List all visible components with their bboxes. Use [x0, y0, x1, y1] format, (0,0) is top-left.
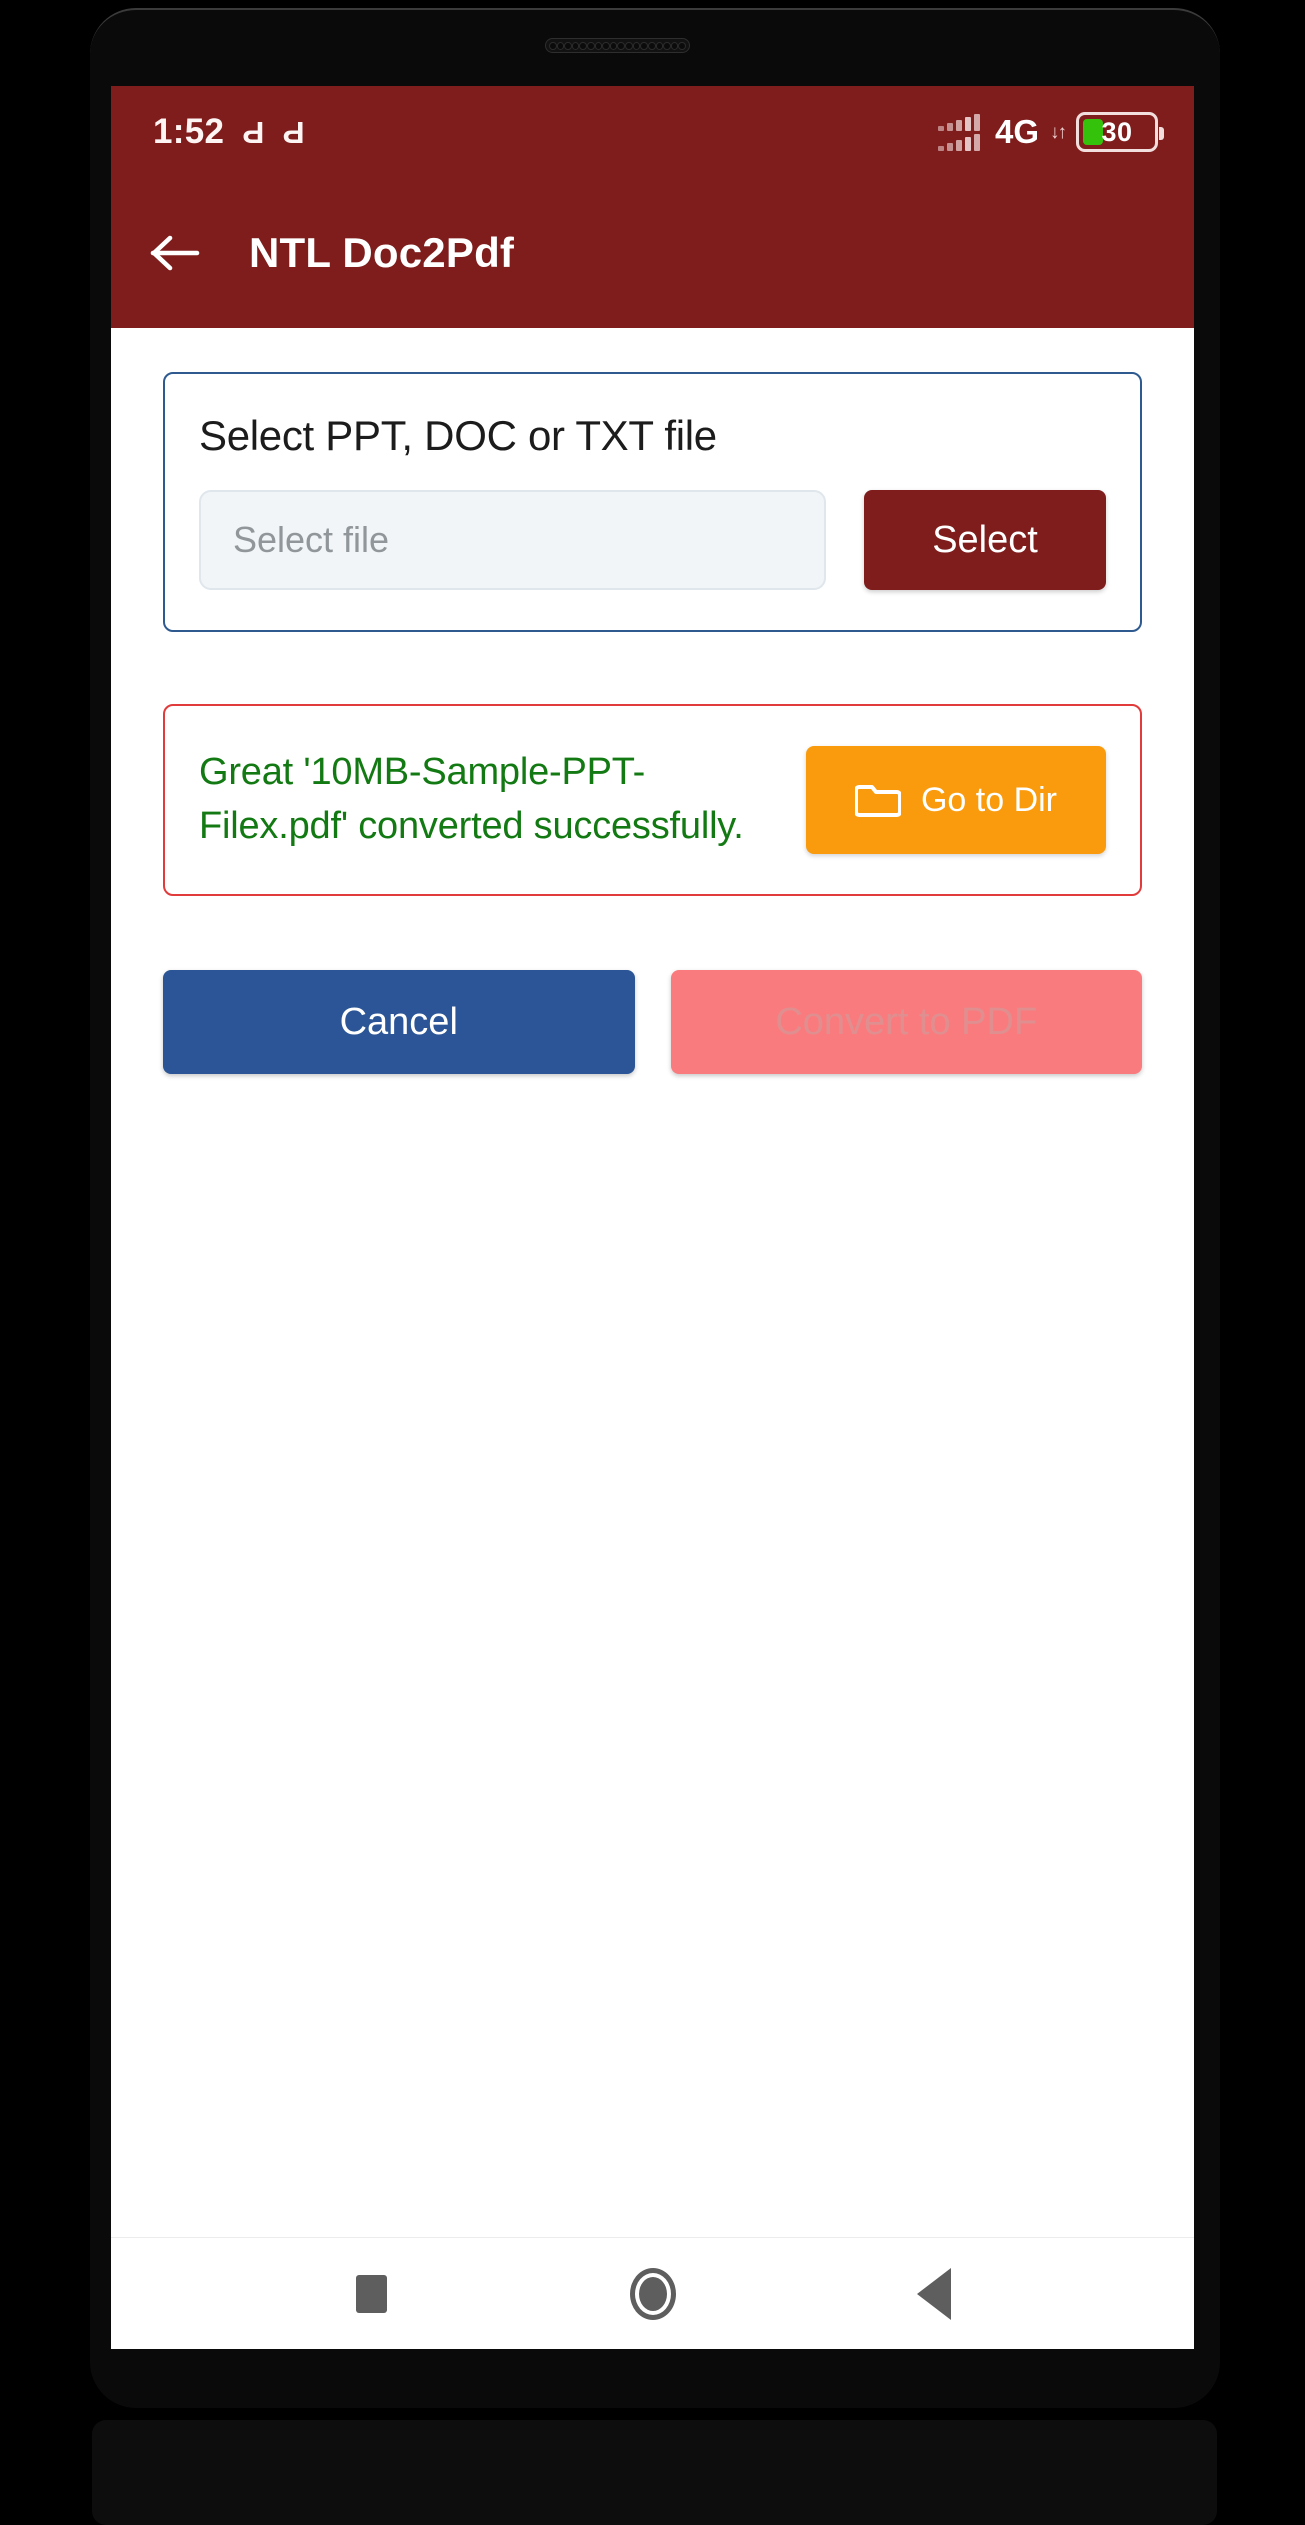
circle-home-icon[interactable]	[608, 2249, 698, 2339]
status-bar: 1:52 Ԁ Ԁ 4G ↓↑ 30	[111, 86, 1194, 178]
conversion-result-card: Great '10MB-Sample-PPT-Filex.pdf' conver…	[163, 704, 1142, 896]
app-bar: NTL Doc2Pdf	[111, 178, 1194, 328]
battery-icon: 30	[1076, 112, 1164, 152]
notification-icon-1: Ԁ	[242, 114, 265, 150]
back-arrow-icon[interactable]	[147, 225, 203, 281]
file-select-row: Select file Select	[199, 490, 1106, 590]
status-bar-right: 4G ↓↑ 30	[937, 112, 1164, 152]
go-to-dir-label: Go to Dir	[920, 780, 1058, 819]
android-nav-bar	[111, 2237, 1194, 2349]
action-button-row: Cancel Convert to PDF	[163, 970, 1142, 1074]
page-title: NTL Doc2Pdf	[249, 229, 515, 276]
phone-screen: 1:52 Ԁ Ԁ 4G ↓↑ 30 NTL Doc2Pdf Select PPT…	[111, 86, 1194, 2349]
file-select-card: Select PPT, DOC or TXT file Select file …	[163, 372, 1142, 632]
network-type-label: 4G	[994, 113, 1039, 150]
device-bottom-strip	[92, 2420, 1217, 2525]
select-button[interactable]: Select	[864, 490, 1106, 590]
battery-level-label: 30	[1101, 116, 1133, 147]
speaker-grille	[545, 38, 690, 53]
go-to-dir-button[interactable]: Go to Dir	[806, 746, 1106, 854]
signal-bars-icon	[937, 113, 980, 151]
conversion-success-message: Great '10MB-Sample-PPT-Filex.pdf' conver…	[199, 751, 744, 847]
main-content: Select PPT, DOC or TXT file Select file …	[111, 328, 1194, 2349]
select-file-input[interactable]: Select file	[199, 490, 826, 590]
status-bar-left: 1:52 Ԁ Ԁ	[153, 112, 305, 152]
triangle-back-icon[interactable]	[889, 2249, 979, 2339]
data-transfer-icon: ↓↑	[1050, 121, 1067, 143]
notification-icon-2: Ԁ	[282, 114, 305, 150]
cancel-button[interactable]: Cancel	[163, 970, 635, 1074]
convert-to-pdf-button: Convert to PDF	[670, 970, 1142, 1074]
folder-icon	[853, 778, 902, 823]
device-frame: 1:52 Ԁ Ԁ 4G ↓↑ 30 NTL Doc2Pdf Select PPT…	[0, 0, 1305, 2525]
square-recents-icon[interactable]	[327, 2249, 417, 2339]
file-select-label: Select PPT, DOC or TXT file	[199, 412, 717, 459]
status-clock: 1:52	[153, 112, 225, 151]
